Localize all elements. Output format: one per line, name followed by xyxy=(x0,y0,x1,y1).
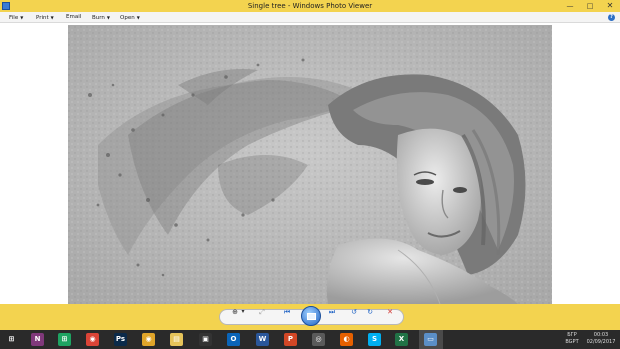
taskbar-skype-icon[interactable]: S xyxy=(368,333,381,346)
zoom-icon[interactable]: ⊕ xyxy=(230,308,240,316)
media-glyph: ◎ xyxy=(315,335,322,343)
close-button[interactable]: ✕ xyxy=(604,1,616,11)
excel-glyph: X xyxy=(398,335,405,343)
window-title: Single tree - Windows Photo Viewer xyxy=(247,2,373,10)
photo-viewer-glyph: ▭ xyxy=(427,335,434,343)
title-bar: Single tree - Windows Photo Viewer — □ ✕ xyxy=(0,0,620,12)
maximize-button[interactable]: □ xyxy=(584,1,596,11)
file-menu-label: File xyxy=(9,15,19,21)
minimize-button[interactable]: — xyxy=(564,1,576,11)
taskbar-start-button-icon[interactable]: ⊞ xyxy=(5,333,18,346)
powerpoint-glyph: P xyxy=(287,335,294,343)
word-glyph: W xyxy=(258,335,267,343)
photo-toolbar: ⊕ ▾ ⤢ ⏮ ⏭ ↺ ↻ ✕ xyxy=(0,304,620,330)
taskbar-media-icon[interactable]: ◎ xyxy=(312,333,325,346)
menu-bar: File ▼ Print ▼ Email Burn ▼ Open ▼ ? xyxy=(0,12,620,23)
taskbar-outlook-icon[interactable]: O xyxy=(227,333,240,346)
burn-menu-label: Burn xyxy=(92,15,105,21)
file-menu[interactable]: File ▼ xyxy=(9,12,23,23)
open-menu[interactable]: Open ▼ xyxy=(120,12,140,23)
start-button-glyph: ⊞ xyxy=(8,335,15,343)
open-menu-label: Open xyxy=(120,15,135,21)
help-icon[interactable]: ? xyxy=(608,14,615,21)
print-menu[interactable]: Print ▼ xyxy=(36,12,54,23)
chevron-down-icon: ▼ xyxy=(106,15,110,20)
burn-menu[interactable]: Burn ▼ xyxy=(92,12,110,23)
email-menu[interactable]: Email xyxy=(66,12,81,23)
chevron-down-icon: ▼ xyxy=(20,15,24,20)
rotate-clockwise-icon[interactable]: ↻ xyxy=(364,308,376,316)
taskbar-firefox-icon[interactable]: ◐ xyxy=(340,333,353,346)
chrome-2-glyph: ◉ xyxy=(145,335,152,343)
photos-glyph: ▣ xyxy=(202,335,209,343)
file-explorer-glyph: ▤ xyxy=(173,335,180,343)
taskbar: ⊞N⊞◉Ps◉▤▣eOWP◐◎SX▭ БГР BGPT 00:03 02/09/… xyxy=(0,330,620,349)
slideshow-icon xyxy=(307,313,316,320)
previous-icon[interactable]: ⏮ xyxy=(281,308,293,316)
firefox-glyph: ◐ xyxy=(343,335,350,343)
photoshop-glyph: Ps xyxy=(115,335,126,343)
taskbar-file-explorer-icon[interactable]: ▤ xyxy=(170,333,183,346)
store-glyph: ⊞ xyxy=(61,335,68,343)
taskbar-store-icon[interactable]: ⊞ xyxy=(58,333,71,346)
delete-icon[interactable]: ✕ xyxy=(384,308,396,316)
email-menu-label: Email xyxy=(66,14,82,20)
skype-glyph: S xyxy=(371,335,378,343)
language-bottom: BGPT xyxy=(565,339,579,345)
taskbar-chrome-2-icon[interactable]: ◉ xyxy=(142,333,155,346)
onenote-glyph: N xyxy=(34,335,41,343)
slideshow-button[interactable] xyxy=(301,306,321,326)
language-top: БГР xyxy=(567,332,577,338)
displayed-photo[interactable] xyxy=(68,25,552,304)
clock-time: 00:03 xyxy=(593,332,609,338)
next-icon[interactable]: ⏭ xyxy=(326,308,338,316)
photo-artwork xyxy=(68,25,552,304)
clock-date: 02/09/2017 xyxy=(586,339,616,345)
taskbar-excel-icon[interactable]: X xyxy=(395,333,408,346)
zoom-caret-icon[interactable]: ▾ xyxy=(240,308,246,316)
taskbar-photos-icon[interactable]: ▣ xyxy=(199,333,212,346)
taskbar-chrome-icon[interactable]: ◉ xyxy=(86,333,99,346)
taskbar-word-icon[interactable]: W xyxy=(256,333,269,346)
taskbar-powerpoint-icon[interactable]: P xyxy=(284,333,297,346)
taskbar-photoshop-icon[interactable]: Ps xyxy=(114,333,127,346)
clock[interactable]: 00:03 02/09/2017 xyxy=(584,332,618,346)
rotate-counterclockwise-icon[interactable]: ↺ xyxy=(348,308,360,316)
image-viewport xyxy=(0,23,620,304)
language-indicator[interactable]: БГР BGPT xyxy=(560,332,584,346)
print-menu-label: Print xyxy=(36,15,49,21)
chevron-down-icon: ▼ xyxy=(136,15,140,20)
chrome-glyph: ◉ xyxy=(89,335,96,343)
taskbar-photo-viewer-icon[interactable]: ▭ xyxy=(424,333,437,346)
outlook-glyph: O xyxy=(230,335,237,343)
actual-size-icon[interactable]: ⤢ xyxy=(256,308,268,316)
chevron-down-icon: ▼ xyxy=(50,15,54,20)
taskbar-onenote-icon[interactable]: N xyxy=(31,333,44,346)
